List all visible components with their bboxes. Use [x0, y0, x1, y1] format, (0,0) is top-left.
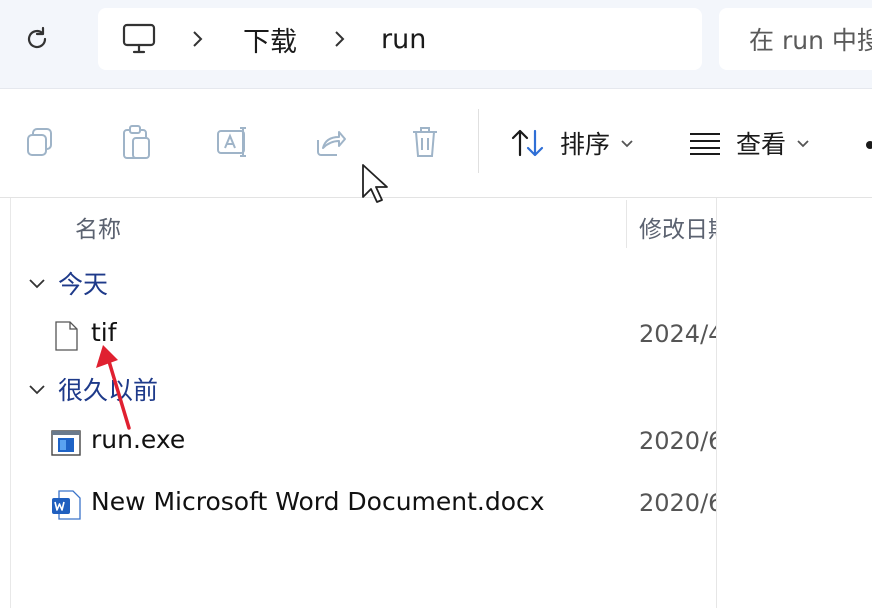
group-label: 很久以前 [58, 376, 159, 405]
file-name: run.exe [91, 425, 186, 454]
sort-icon [511, 129, 544, 157]
word-file-icon [52, 490, 81, 520]
chevron-down-icon [29, 385, 45, 395]
chevron-down-icon [29, 279, 45, 289]
more-icon[interactable] [866, 141, 872, 149]
rename-button[interactable] [213, 122, 253, 162]
chevron-down-icon [797, 140, 809, 148]
delete-button[interactable] [405, 122, 445, 162]
column-header-name[interactable]: 名称 [75, 210, 121, 244]
details-pane [717, 198, 872, 608]
crumb-run[interactable]: run [381, 8, 426, 70]
crumb-run-label: run [381, 23, 427, 55]
column-divider[interactable] [626, 200, 627, 248]
view-button[interactable]: 查看 [688, 113, 810, 173]
sort-button[interactable]: 排序 [510, 113, 634, 173]
file-row-word-doc[interactable]: New Microsoft Word Document.docx 2020/6 [50, 483, 716, 527]
share-icon [317, 131, 346, 156]
share-button[interactable] [310, 122, 350, 162]
copy-button[interactable] [20, 122, 60, 162]
address-bar-area: 下载 run 在 run 中搜 [0, 0, 872, 89]
toolbar-separator [478, 109, 479, 173]
mouse-cursor-icon [362, 164, 388, 203]
command-toolbar: 排序 查看 [0, 89, 872, 198]
refresh-button[interactable] [22, 24, 52, 54]
search-input[interactable]: 在 run 中搜 [719, 8, 872, 70]
file-row-run-exe[interactable]: run.exe 2020/6 [50, 421, 716, 465]
paste-button[interactable] [116, 122, 156, 162]
this-pc-crumb[interactable] [122, 8, 156, 70]
sort-label: 排序 [560, 130, 611, 159]
breadcrumb[interactable]: 下载 run [98, 8, 702, 70]
chevron-right-icon [190, 8, 204, 70]
file-date: 2020/6 [639, 489, 716, 517]
file-name: tif [91, 318, 117, 347]
file-date: 2024/4 [639, 320, 716, 348]
copy-icon [27, 128, 52, 156]
blank-file-icon [55, 321, 78, 351]
chevron-down-icon [621, 140, 633, 148]
view-label: 查看 [736, 130, 787, 159]
search-placeholder: 在 run 中搜 [749, 26, 872, 55]
delete-icon [413, 127, 437, 157]
crumb-downloads-label: 下载 [243, 26, 297, 58]
exe-file-icon [51, 430, 81, 456]
file-name: New Microsoft Word Document.docx [91, 487, 545, 516]
column-header-date[interactable]: 修改日期 [639, 210, 717, 244]
paste-icon [123, 125, 150, 159]
group-header-today[interactable]: 今天 [28, 263, 108, 303]
chevron-right-icon [332, 8, 346, 70]
file-date: 2020/6 [639, 427, 716, 455]
monitor-icon [122, 23, 156, 54]
group-header-long-ago[interactable]: 很久以前 [28, 369, 158, 409]
rename-icon [217, 127, 246, 157]
view-icon [690, 133, 720, 155]
refresh-icon [27, 26, 47, 49]
file-row-tif[interactable]: tif 2024/4 [50, 314, 716, 358]
crumb-downloads[interactable]: 下载 [243, 8, 297, 70]
group-label: 今天 [58, 270, 109, 299]
